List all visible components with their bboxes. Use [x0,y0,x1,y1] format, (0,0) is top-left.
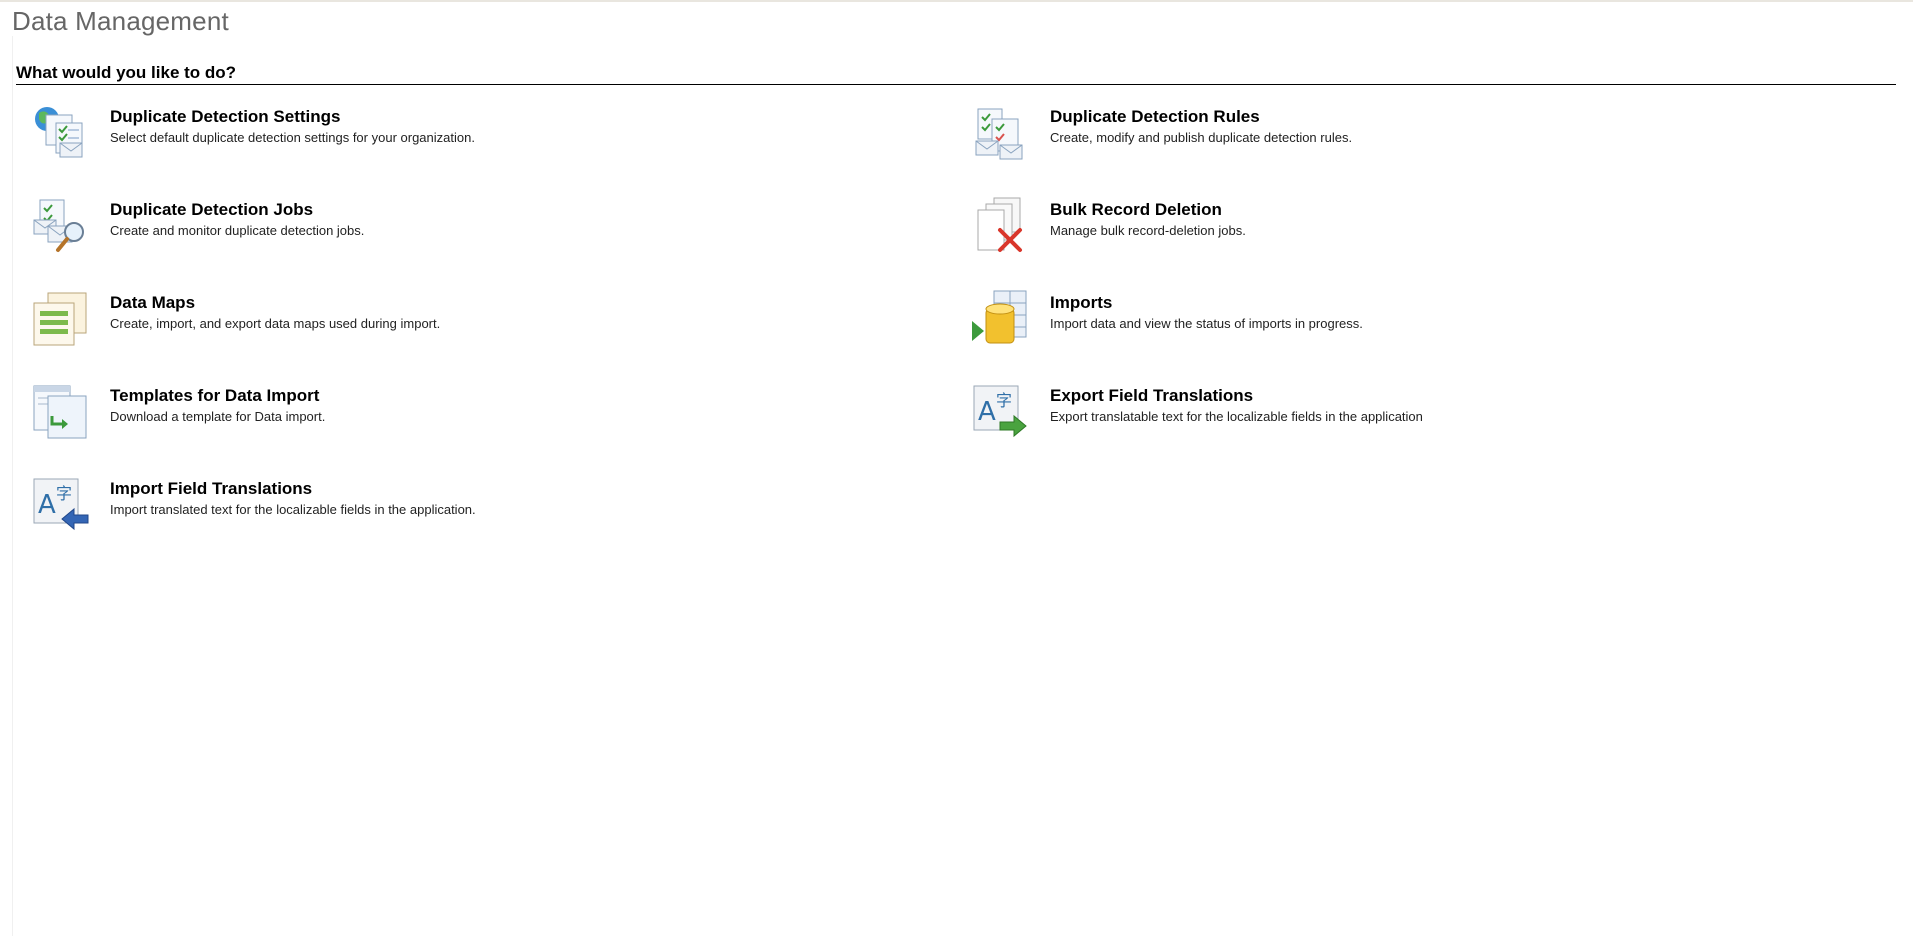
import-field-translations-icon: A 字 [30,475,92,537]
item-title[interactable]: Duplicate Detection Rules [1050,106,1352,128]
import-field-translations-link[interactable]: A 字 Import Field Translations Import tra… [30,474,830,537]
templates-for-data-import-link[interactable]: Templates for Data Import Download a tem… [30,381,830,444]
duplicate-detection-rules-icon [970,103,1032,165]
svg-text:字: 字 [996,391,1012,410]
item-description: Select default duplicate detection setti… [110,130,475,145]
item-description: Create, modify and publish duplicate det… [1050,130,1353,145]
bulk-record-deletion-icon [970,196,1032,258]
duplicate-detection-jobs-icon [30,196,92,258]
svg-text:A: A [978,397,996,427]
imports-link[interactable]: Imports Import data and view the status … [970,288,1770,351]
item-description: Import translated text for the localizab… [110,502,476,517]
section-header-label: What would you like to do? [16,63,237,82]
item-description: Download a template for Data import. [110,409,326,424]
item-description: Create, import, and export data maps use… [110,316,441,331]
item-title[interactable]: Import Field Translations [110,478,476,500]
item-title[interactable]: Templates for Data Import [110,385,325,407]
export-field-translations-link[interactable]: A 字 Export Field Translations Export tra… [970,381,1770,444]
top-border [0,0,1913,2]
item-title[interactable]: Data Maps [110,292,440,314]
data-maps-link[interactable]: Data Maps Create, import, and export dat… [30,288,830,351]
imports-icon [970,289,1032,351]
page-title: Data Management [12,6,229,36]
left-border [12,36,13,936]
item-description: Import data and view the status of impor… [1050,316,1363,331]
export-field-translations-icon: A 字 [970,382,1032,444]
item-title[interactable]: Duplicate Detection Settings [110,106,475,128]
svg-text:字: 字 [56,484,72,503]
duplicate-detection-settings-icon [30,103,92,165]
item-description: Export translatable text for the localiz… [1050,409,1423,424]
item-title[interactable]: Imports [1050,292,1363,314]
section-header: What would you like to do? [16,63,1896,85]
duplicate-detection-rules-link[interactable]: Duplicate Detection Rules Create, modify… [970,102,1770,165]
item-description: Manage bulk record-deletion jobs. [1050,223,1246,238]
data-maps-icon [30,289,92,351]
duplicate-detection-settings-link[interactable]: Duplicate Detection Settings Select defa… [30,102,830,165]
duplicate-detection-jobs-link[interactable]: Duplicate Detection Jobs Create and moni… [30,195,830,258]
item-description: Create and monitor duplicate detection j… [110,223,365,238]
item-title[interactable]: Export Field Translations [1050,385,1423,407]
item-title[interactable]: Bulk Record Deletion [1050,199,1246,221]
svg-text:A: A [38,490,56,520]
bulk-record-deletion-link[interactable]: Bulk Record Deletion Manage bulk record-… [970,195,1770,258]
item-title[interactable]: Duplicate Detection Jobs [110,199,364,221]
templates-for-data-import-icon [30,382,92,444]
